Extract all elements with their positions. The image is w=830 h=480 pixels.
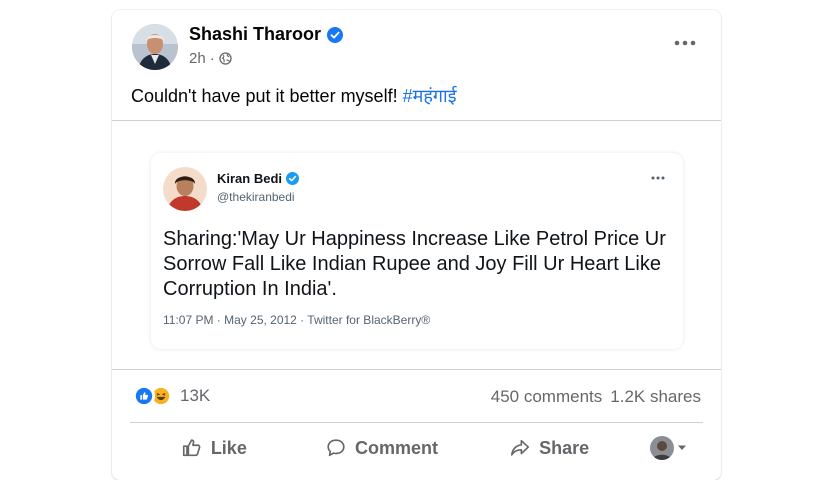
user-avatar: [649, 436, 674, 460]
comment-bubble-icon: [327, 439, 345, 457]
caret-down-icon: [677, 445, 686, 450]
tweet-card: Kiran Bedi @thekiranbedi Sharing:'May Ur…: [151, 153, 683, 349]
author-avatar[interactable]: [132, 24, 178, 70]
post-meta: 2h ·: [189, 50, 232, 67]
tweet-author-name: Kiran Bedi: [217, 171, 300, 186]
hashtag-link[interactable]: #महंगाई: [403, 86, 457, 106]
right-margin: [721, 0, 830, 466]
tweet-author-avatar: [163, 167, 207, 211]
tweet-verified-icon: [286, 172, 300, 185]
like-reaction-icon: [133, 385, 155, 407]
action-bar: Like Comment Share: [130, 428, 703, 468]
reactions-summary[interactable]: 13K: [133, 385, 210, 407]
more-options-icon[interactable]: [667, 30, 703, 56]
reactions-count[interactable]: 13K: [180, 386, 210, 406]
reaction-icons: [133, 385, 172, 407]
author-name-text[interactable]: Shashi Tharoor: [189, 24, 321, 45]
left-margin: [0, 0, 112, 466]
embedded-image[interactable]: Kiran Bedi @thekiranbedi Sharing:'May Ur…: [112, 121, 721, 369]
meta-separator: ·: [209, 50, 215, 67]
tweet-author-name-text: Kiran Bedi: [217, 171, 283, 186]
post-timestamp[interactable]: 2h: [189, 50, 206, 67]
tweet-meta: 11:07 PM · May 25, 2012 · Twitter for Bl…: [163, 313, 431, 327]
post-text: Couldn't have put it better myself! #महं…: [131, 84, 457, 108]
author-name[interactable]: Shashi Tharoor: [189, 24, 344, 45]
tweet-text: Sharing:'May Ur Happiness Increase Like …: [163, 228, 666, 300]
globe-icon: [219, 52, 232, 65]
divider: [112, 369, 721, 370]
comment-label: Comment: [355, 437, 439, 458]
reaction-profile-selector[interactable]: [633, 436, 703, 460]
tweet-more-icon: [651, 167, 665, 185]
post-card: Shashi Tharoor 2h · Couldn't have put it…: [112, 10, 721, 480]
share-label: Share: [539, 437, 590, 458]
thumbs-up-icon: [182, 439, 201, 457]
tweet-handle: @thekiranbedi: [217, 190, 295, 204]
like-button[interactable]: Like: [130, 430, 298, 466]
verified-badge-icon: [327, 26, 344, 43]
like-label: Like: [210, 437, 247, 458]
share-button[interactable]: Share: [465, 430, 633, 466]
comments-count[interactable]: 450 comments: [491, 387, 603, 407]
post-body: Couldn't have put it better myself!: [131, 86, 403, 106]
engagement-counts: 450 comments 1.2K shares: [491, 387, 701, 407]
comment-button[interactable]: Comment: [298, 430, 466, 466]
shares-count[interactable]: 1.2K shares: [610, 387, 701, 407]
share-arrow-icon: [511, 439, 530, 456]
divider: [130, 422, 703, 423]
